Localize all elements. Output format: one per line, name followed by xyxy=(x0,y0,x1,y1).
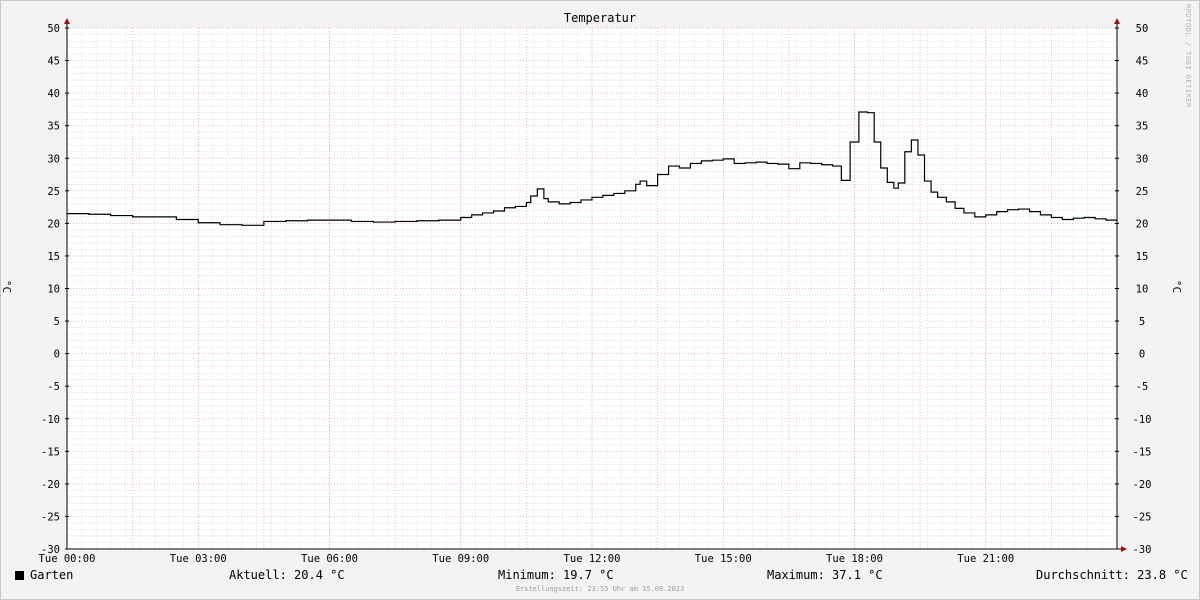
x-tick-label: Tue 15:00 xyxy=(695,553,752,565)
y-tick-label-right: 0 xyxy=(1139,349,1145,361)
y-tick-label-right: 20 xyxy=(1136,218,1149,230)
y-tick-label-left: -10 xyxy=(41,414,60,426)
y-tick-label-left: 0 xyxy=(54,349,60,361)
y-tick-label-right: -10 xyxy=(1133,414,1152,426)
y-tick-label-right: -15 xyxy=(1133,446,1152,458)
y-tick-label-left: -15 xyxy=(41,446,60,458)
legend: Garten Aktuell: 20.4 °C Minimum: 19.7 °C… xyxy=(0,568,1200,584)
y-tick-label-left: 15 xyxy=(47,251,60,263)
legend-maximum: Maximum: 37.1 °C xyxy=(767,568,883,582)
y-axis-label-left: °C xyxy=(0,279,14,294)
y-tick-label-right: 25 xyxy=(1136,186,1149,198)
watermark: RRDTOOL / TOBI OETIKER xyxy=(1184,4,1192,108)
legend-minimum: Minimum: 19.7 °C xyxy=(498,568,614,582)
y-tick-label-right: 40 xyxy=(1136,88,1149,100)
y-tick-label-left: -20 xyxy=(41,479,60,491)
y-tick-label-left: 25 xyxy=(47,186,60,198)
chart-title: Temperatur xyxy=(563,11,637,25)
x-tick-label: Tue 12:00 xyxy=(564,553,621,565)
y-tick-label-left: -5 xyxy=(47,381,60,393)
y-tick-label-right: -30 xyxy=(1133,544,1152,556)
y-tick-label-right: 45 xyxy=(1136,56,1149,68)
y-tick-label-right: -5 xyxy=(1136,381,1149,393)
x-tick-label: Tue 06:00 xyxy=(301,553,358,565)
y-tick-label-left: 35 xyxy=(47,121,60,133)
x-tick-label: Tue 00:00 xyxy=(39,553,96,565)
x-tick-label: Tue 09:00 xyxy=(432,553,489,565)
y-tick-label-right: 15 xyxy=(1136,251,1149,263)
y-tick-label-left: 30 xyxy=(47,153,60,165)
footer-timestamp: Erstellungszeit: 23:55 Uhr am 15.08.2023 xyxy=(515,585,685,593)
x-tick-label: Tue 18:00 xyxy=(826,553,883,565)
y-tick-label-left: 10 xyxy=(47,284,60,296)
y-tick-label-right: -25 xyxy=(1133,511,1152,523)
x-axis-arrow xyxy=(1121,546,1127,552)
x-tick-label: Tue 03:00 xyxy=(170,553,227,565)
y-tick-label-left: 20 xyxy=(47,218,60,230)
y-tick-label-left: 5 xyxy=(54,316,60,328)
y-tick-label-left: 45 xyxy=(47,56,60,68)
legend-average: Durchschnitt: 23.8 °C xyxy=(1036,568,1188,582)
legend-current: Aktuell: 20.4 °C xyxy=(229,568,345,582)
y-axis-label-right: °C xyxy=(1170,279,1184,294)
y-tick-label-right: -20 xyxy=(1133,479,1152,491)
x-tick-label: Tue 21:00 xyxy=(957,553,1014,565)
y-tick-label-right: 10 xyxy=(1136,284,1149,296)
legend-series-name: Garten xyxy=(30,568,74,582)
y-tick-label-right: 5 xyxy=(1139,316,1145,328)
chart-canvas: 50 5045 4540 4035 3530 3025 2520 2015 1510 105 50 0… xyxy=(39,18,1152,565)
y-tick-label-right: 35 xyxy=(1136,121,1149,133)
y-tick-label-left: -25 xyxy=(41,511,60,523)
y-tick-label-left: 40 xyxy=(47,88,60,100)
y-tick-label-right: 30 xyxy=(1136,153,1149,165)
